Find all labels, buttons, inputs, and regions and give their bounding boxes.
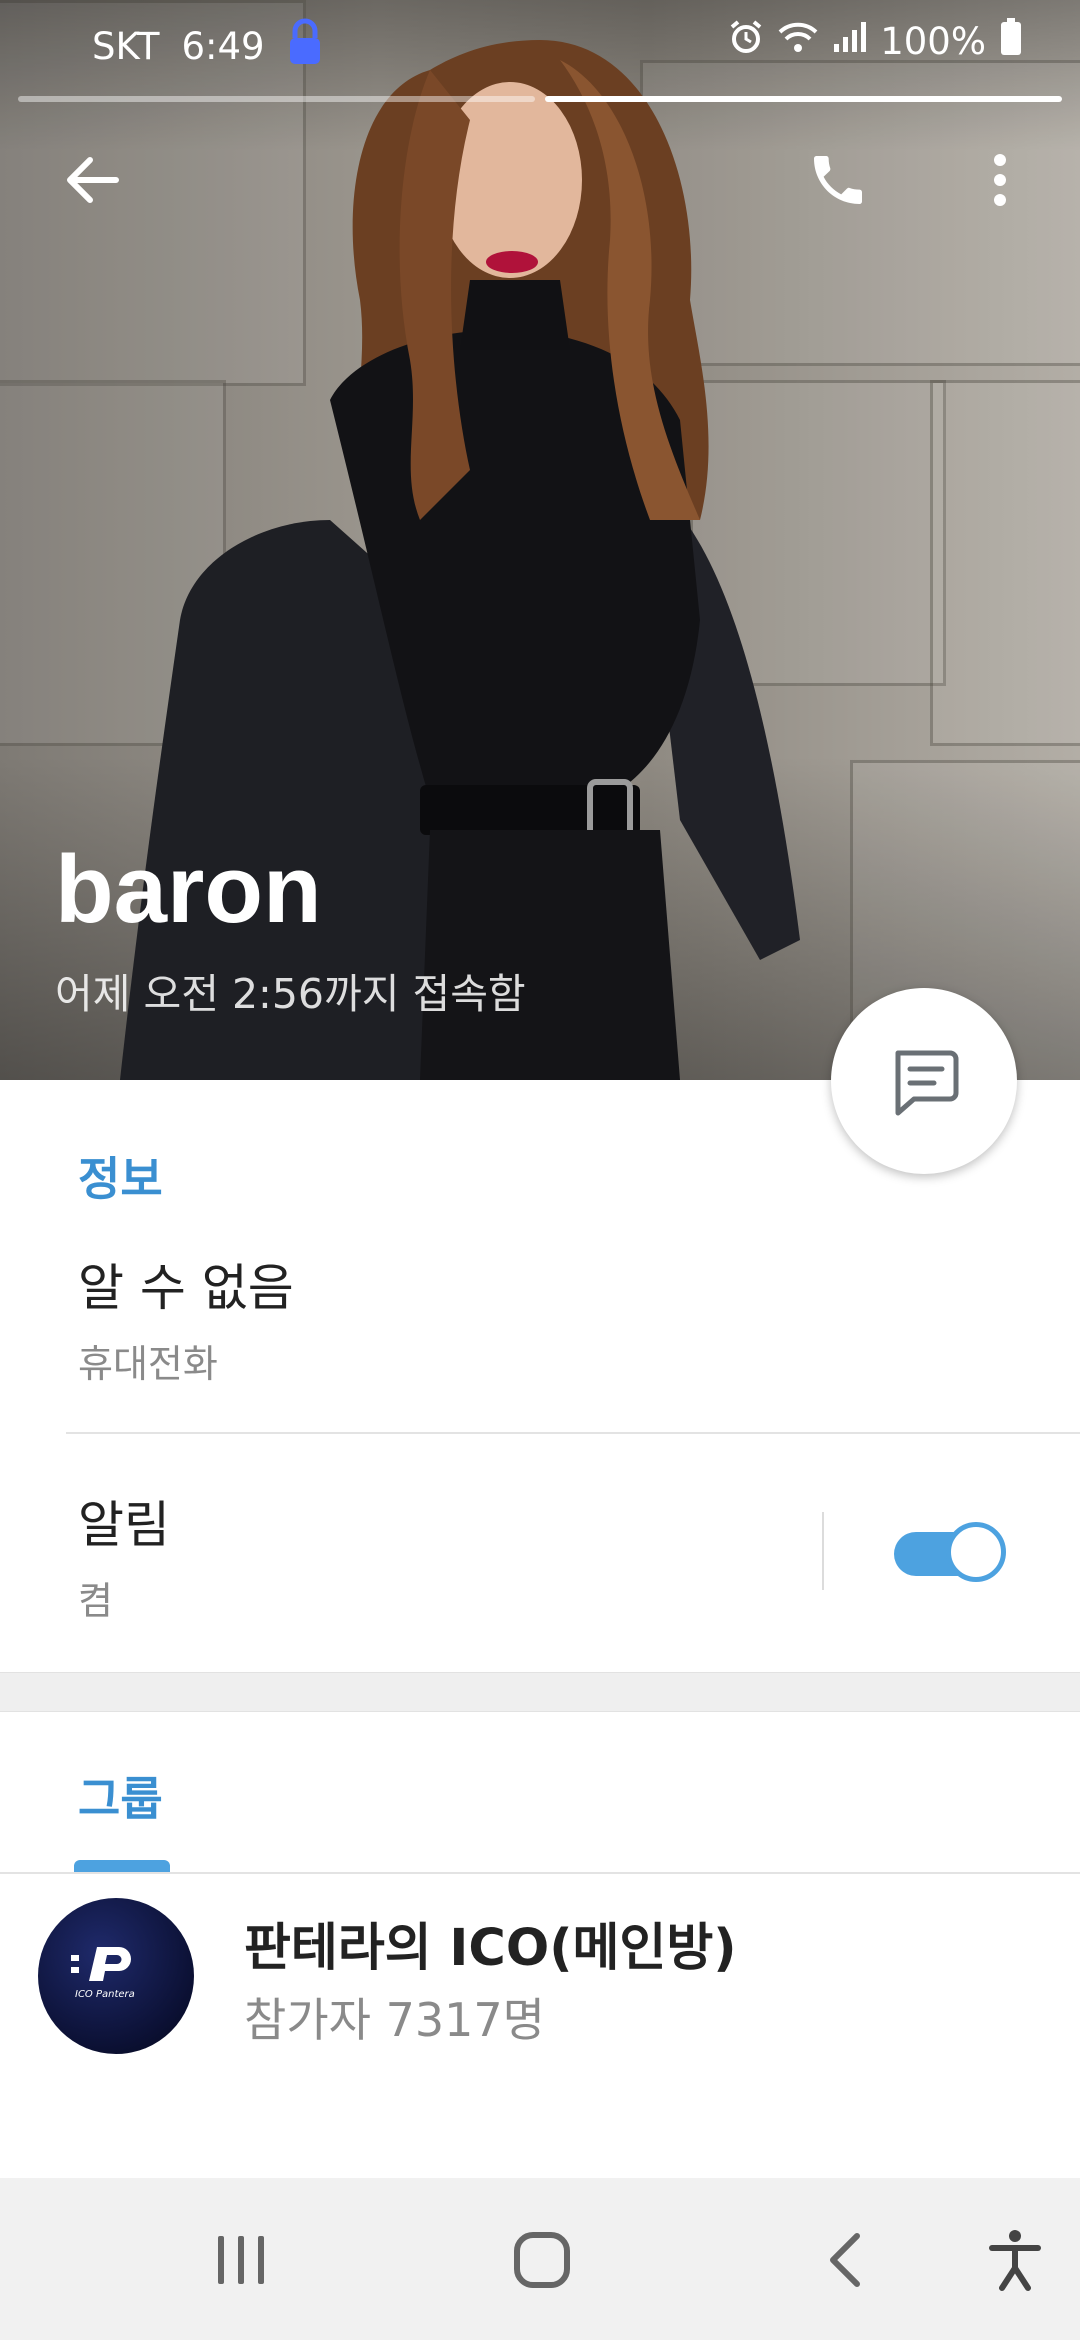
avatar-text: ICO Pantera	[75, 1989, 135, 2000]
section-separator	[0, 1672, 1080, 1712]
toggle-knob	[946, 1522, 1006, 1582]
vertical-divider	[822, 1512, 824, 1590]
recents-button[interactable]	[196, 2218, 286, 2302]
accessibility-icon	[989, 2230, 1041, 2291]
tab-indicator	[74, 1860, 170, 1872]
group-avatar: ICO Pantera	[38, 1898, 194, 2054]
back-arrow-icon	[67, 157, 119, 203]
story-progress	[18, 96, 1062, 102]
pantera-logo-icon: ICO Pantera	[71, 1947, 135, 2000]
more-vertical-icon	[994, 154, 1006, 206]
story-bar-active	[545, 96, 1062, 102]
battery-label: 100%	[880, 20, 986, 63]
message-icon	[895, 1050, 959, 1116]
lock-icon	[287, 18, 323, 75]
system-nav-bar	[0, 2178, 1080, 2340]
message-button[interactable]	[831, 988, 1017, 1174]
profile-name: baron	[55, 836, 322, 943]
group-members: 참가자 7317명	[244, 1993, 545, 2047]
phone-icon	[814, 156, 862, 204]
story-bar	[18, 96, 535, 102]
battery-icon	[1000, 18, 1022, 65]
status-bar: SKT 6:49 100%	[0, 0, 1080, 84]
tab-underline	[0, 1872, 1080, 1874]
carrier-label: SKT	[92, 25, 160, 68]
phone-label: 휴대전화	[78, 1342, 218, 1386]
home-button[interactable]	[497, 2218, 587, 2302]
alarm-icon	[728, 19, 764, 64]
back-nav-button[interactable]	[800, 2218, 890, 2302]
notifications-value: 켬	[78, 1579, 113, 1623]
last-seen-status: 어제 오전 2:56까지 접속함	[55, 970, 526, 1018]
home-icon	[514, 2232, 570, 2288]
back-button[interactable]	[52, 140, 132, 220]
accessibility-button[interactable]	[970, 2218, 1060, 2302]
notifications-toggle[interactable]	[894, 1522, 1008, 1582]
wifi-icon	[778, 20, 818, 63]
group-list-item[interactable]: ICO Pantera 판테라의 ICO(메인방) 참가자 7317명	[0, 1876, 1080, 2076]
info-section-title: 정보	[78, 1152, 163, 1206]
recents-icon	[218, 2236, 264, 2284]
clock: 6:49	[181, 25, 265, 68]
divider	[66, 1432, 1080, 1434]
call-button[interactable]	[798, 140, 878, 220]
chevron-left-icon	[830, 2233, 860, 2287]
more-button[interactable]	[960, 140, 1040, 220]
notifications-title: 알림	[78, 1496, 170, 1554]
groups-tab[interactable]: 그룹	[78, 1763, 163, 1829]
phone-value: 알 수 없음	[78, 1259, 294, 1317]
signal-icon	[832, 20, 867, 63]
group-name: 판테라의 ICO(메인방)	[244, 1919, 737, 1978]
